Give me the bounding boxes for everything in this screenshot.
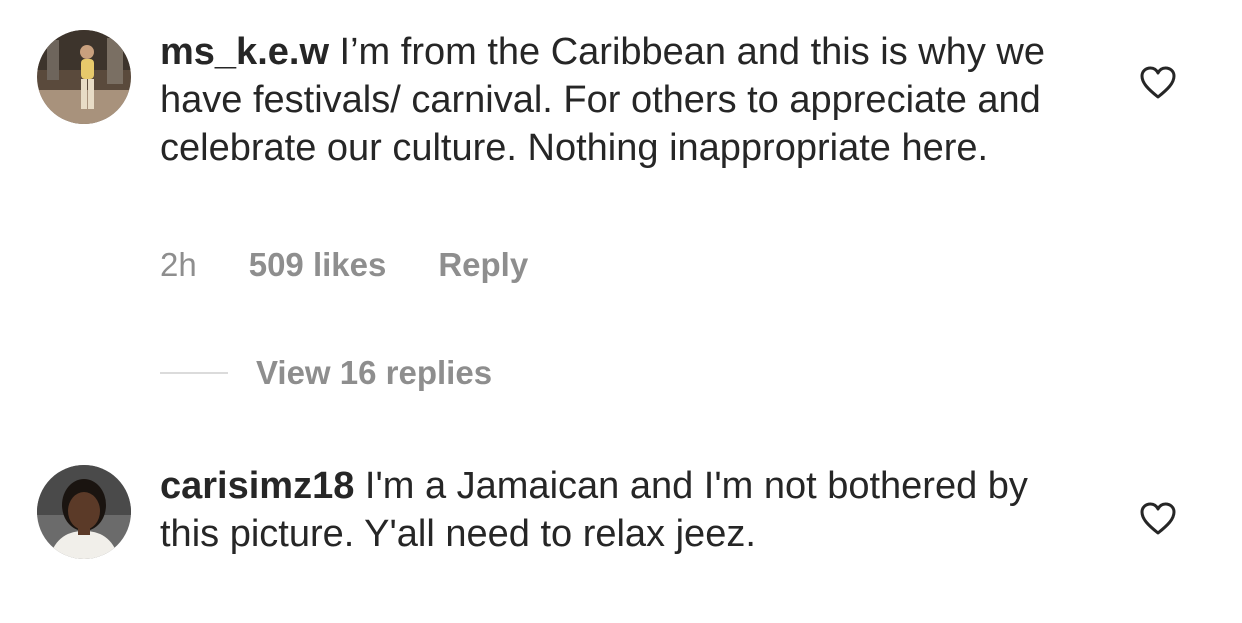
view-replies-button[interactable]: View 16 replies <box>160 354 492 392</box>
heart-outline-icon[interactable] <box>1140 502 1176 536</box>
reply-button[interactable]: Reply <box>438 246 528 284</box>
avatar[interactable] <box>37 30 131 124</box>
comment-meta: 2h 509 likes Reply <box>160 246 528 284</box>
heart-outline-icon[interactable] <box>1140 66 1176 100</box>
replies-divider <box>160 372 228 374</box>
avatar[interactable] <box>37 465 131 559</box>
view-replies-label: View 16 replies <box>256 354 493 391</box>
comment-text: carisimz18 I'm a Jamaican and I'm not bo… <box>160 462 1060 558</box>
comment-username[interactable]: carisimz18 <box>160 465 354 507</box>
comment-text: ms_k.e.w I’m from the Caribbean and this… <box>160 28 1060 172</box>
comment-time: 2h <box>160 246 197 283</box>
comment-item: carisimz18 I'm a Jamaican and I'm not bo… <box>0 440 1242 623</box>
comment-username[interactable]: ms_k.e.w <box>160 31 329 73</box>
comment-item: ms_k.e.w I’m from the Caribbean and this… <box>0 0 1242 340</box>
likes-count[interactable]: 509 likes <box>249 246 387 284</box>
